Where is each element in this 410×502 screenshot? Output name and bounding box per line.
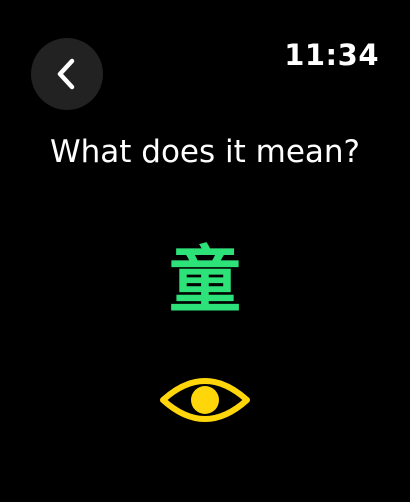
back-button[interactable] (31, 38, 103, 110)
status-time: 11:34 (284, 38, 379, 72)
eye-icon (160, 378, 250, 422)
quiz-character: 童 (168, 238, 241, 322)
reveal-answer-button[interactable] (158, 368, 252, 432)
chevron-left-icon (57, 58, 75, 90)
question-prompt: What does it mean? (49, 134, 360, 170)
